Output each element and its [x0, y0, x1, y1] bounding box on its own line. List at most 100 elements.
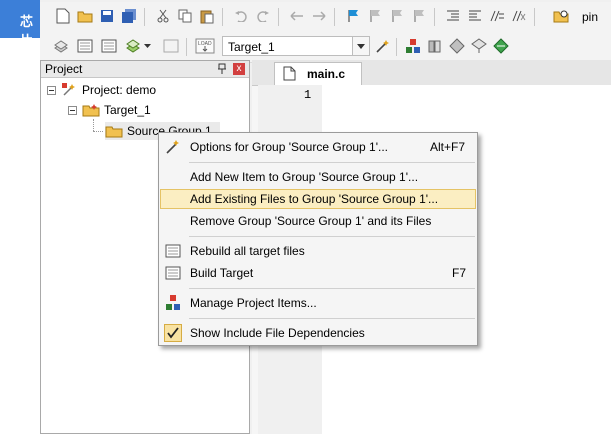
menu-item-label: Show Include File Dependencies — [190, 326, 365, 340]
new-file-button[interactable] — [54, 7, 72, 25]
project-panel-header: Project x — [41, 61, 249, 78]
tree-item-project[interactable]: Project: demo — [47, 81, 156, 99]
save-icon — [101, 10, 113, 22]
arrow-right-icon — [313, 11, 326, 21]
menu-item-remove-group[interactable]: Remove Group 'Source Group 1' and its Fi… — [160, 211, 476, 231]
options-icon — [166, 140, 179, 154]
checkmark-box — [164, 324, 182, 342]
collapse-toggle[interactable] — [47, 85, 56, 95]
checkmark-icon — [167, 327, 179, 339]
insert-bookmark-button[interactable] — [344, 7, 362, 25]
folder-icon — [105, 126, 123, 138]
rebuild-icon — [165, 244, 181, 258]
menu-item-label: Manage Project Items... — [190, 296, 317, 310]
build-icon — [165, 266, 181, 280]
menu-item-options-for-group[interactable]: Options for Group 'Source Group 1'... Al… — [160, 137, 476, 157]
run-time-env-button[interactable] — [492, 37, 510, 55]
copy-button[interactable] — [176, 7, 194, 25]
stop-build-button[interactable] — [162, 37, 180, 55]
left-window-edge: 芯片 — [0, 0, 40, 434]
bookmark-flag-icon — [348, 10, 358, 22]
find-in-files-button[interactable] — [552, 7, 570, 25]
arrow-left-icon — [290, 11, 303, 21]
comment-button[interactable] — [488, 7, 506, 25]
tab-label: main.c — [307, 67, 346, 81]
chevron-down-icon — [143, 44, 151, 48]
tab-main-c[interactable]: main.c — [274, 62, 362, 85]
collapse-toggle[interactable] — [68, 105, 77, 115]
menu-item-build-target[interactable]: Build Target F7 — [160, 263, 476, 283]
comment-icon — [490, 10, 504, 22]
select-packs-button[interactable] — [448, 37, 466, 55]
menu-separator — [189, 288, 475, 289]
indent-icon — [447, 10, 459, 21]
nav-forward-button[interactable] — [310, 7, 328, 25]
menu-item-add-new-item[interactable]: Add New Item to Group 'Source Group 1'..… — [160, 167, 476, 187]
target-folder-icon — [82, 104, 100, 117]
menu-separator — [189, 236, 475, 237]
close-panel-button[interactable]: x — [233, 63, 245, 75]
unindent-button[interactable] — [466, 7, 484, 25]
clear-bookmarks-icon — [414, 10, 424, 22]
context-menu: Options for Group 'Source Group 1'... Al… — [158, 132, 478, 346]
green-diamond-icon — [493, 38, 509, 54]
cut-button[interactable] — [154, 7, 172, 25]
prev-bookmark-icon — [370, 10, 380, 22]
magic-wand-icon — [376, 40, 389, 53]
nav-back-button[interactable] — [288, 7, 306, 25]
batch-build-dropdown[interactable] — [142, 37, 152, 55]
undo-icon — [235, 11, 247, 22]
menu-item-label: Add New Item to Group 'Source Group 1'..… — [190, 170, 419, 184]
redo-button[interactable] — [254, 7, 272, 25]
rebuild-icon — [101, 39, 117, 53]
menu-item-add-existing-files[interactable]: Add Existing Files to Group 'Source Grou… — [160, 189, 476, 209]
manage-items-icon — [166, 295, 180, 310]
prev-bookmark-button[interactable] — [366, 7, 384, 25]
toolbar-label-pin: pin — [582, 10, 599, 24]
unindent-icon — [469, 10, 481, 21]
save-button[interactable] — [98, 7, 116, 25]
rebuild-button[interactable] — [100, 37, 118, 55]
menu-item-rebuild-all[interactable]: Rebuild all target files — [160, 241, 476, 261]
manage-items-icon — [406, 39, 420, 53]
menu-item-label: Options for Group 'Source Group 1'... — [190, 140, 389, 154]
line-number: 1 — [304, 88, 312, 102]
save-all-icon — [122, 9, 136, 23]
translate-icon — [54, 40, 68, 53]
next-bookmark-button[interactable] — [388, 7, 406, 25]
build-button[interactable] — [76, 37, 94, 55]
pack-installer-button[interactable] — [470, 37, 488, 55]
menu-item-manage-project-items[interactable]: Manage Project Items... — [160, 293, 476, 313]
tree-label: Project: demo — [82, 83, 157, 97]
open-folder-icon — [77, 11, 93, 23]
menu-item-label: Rebuild all target files — [190, 244, 305, 258]
banner: 芯片 — [0, 0, 40, 48]
manage-project-button[interactable] — [404, 37, 422, 55]
paste-button[interactable] — [198, 7, 216, 25]
batch-build-button[interactable] — [124, 37, 142, 55]
build-icon — [77, 39, 93, 53]
open-file-button[interactable] — [76, 7, 94, 25]
undo-button[interactable] — [232, 7, 250, 25]
uncomment-button[interactable] — [510, 7, 528, 25]
tree-item-target[interactable]: Target_1 — [68, 101, 151, 119]
uncomment-icon — [512, 10, 526, 22]
menu-item-label: Remove Group 'Source Group 1' and its Fi… — [190, 214, 432, 228]
target-select[interactable]: Target_1 — [222, 36, 370, 56]
download-button[interactable]: LOAD — [194, 37, 216, 55]
target-select-arrow[interactable] — [352, 37, 369, 55]
target-options-button[interactable] — [374, 37, 392, 55]
manage-books-button[interactable] — [426, 37, 444, 55]
project-icon — [62, 83, 75, 96]
translate-button[interactable] — [52, 37, 70, 55]
clear-bookmarks-button[interactable] — [410, 7, 428, 25]
indent-button[interactable] — [444, 7, 462, 25]
pin-icon[interactable] — [217, 63, 227, 74]
tree-connector — [93, 119, 95, 131]
file-icon — [283, 66, 296, 81]
save-all-button[interactable] — [120, 7, 138, 25]
find-in-files-icon — [553, 10, 569, 23]
next-bookmark-icon — [392, 10, 402, 22]
toolbar-build: LOAD Target_1 — [40, 32, 611, 63]
menu-item-show-include-deps[interactable]: Show Include File Dependencies — [160, 323, 476, 343]
